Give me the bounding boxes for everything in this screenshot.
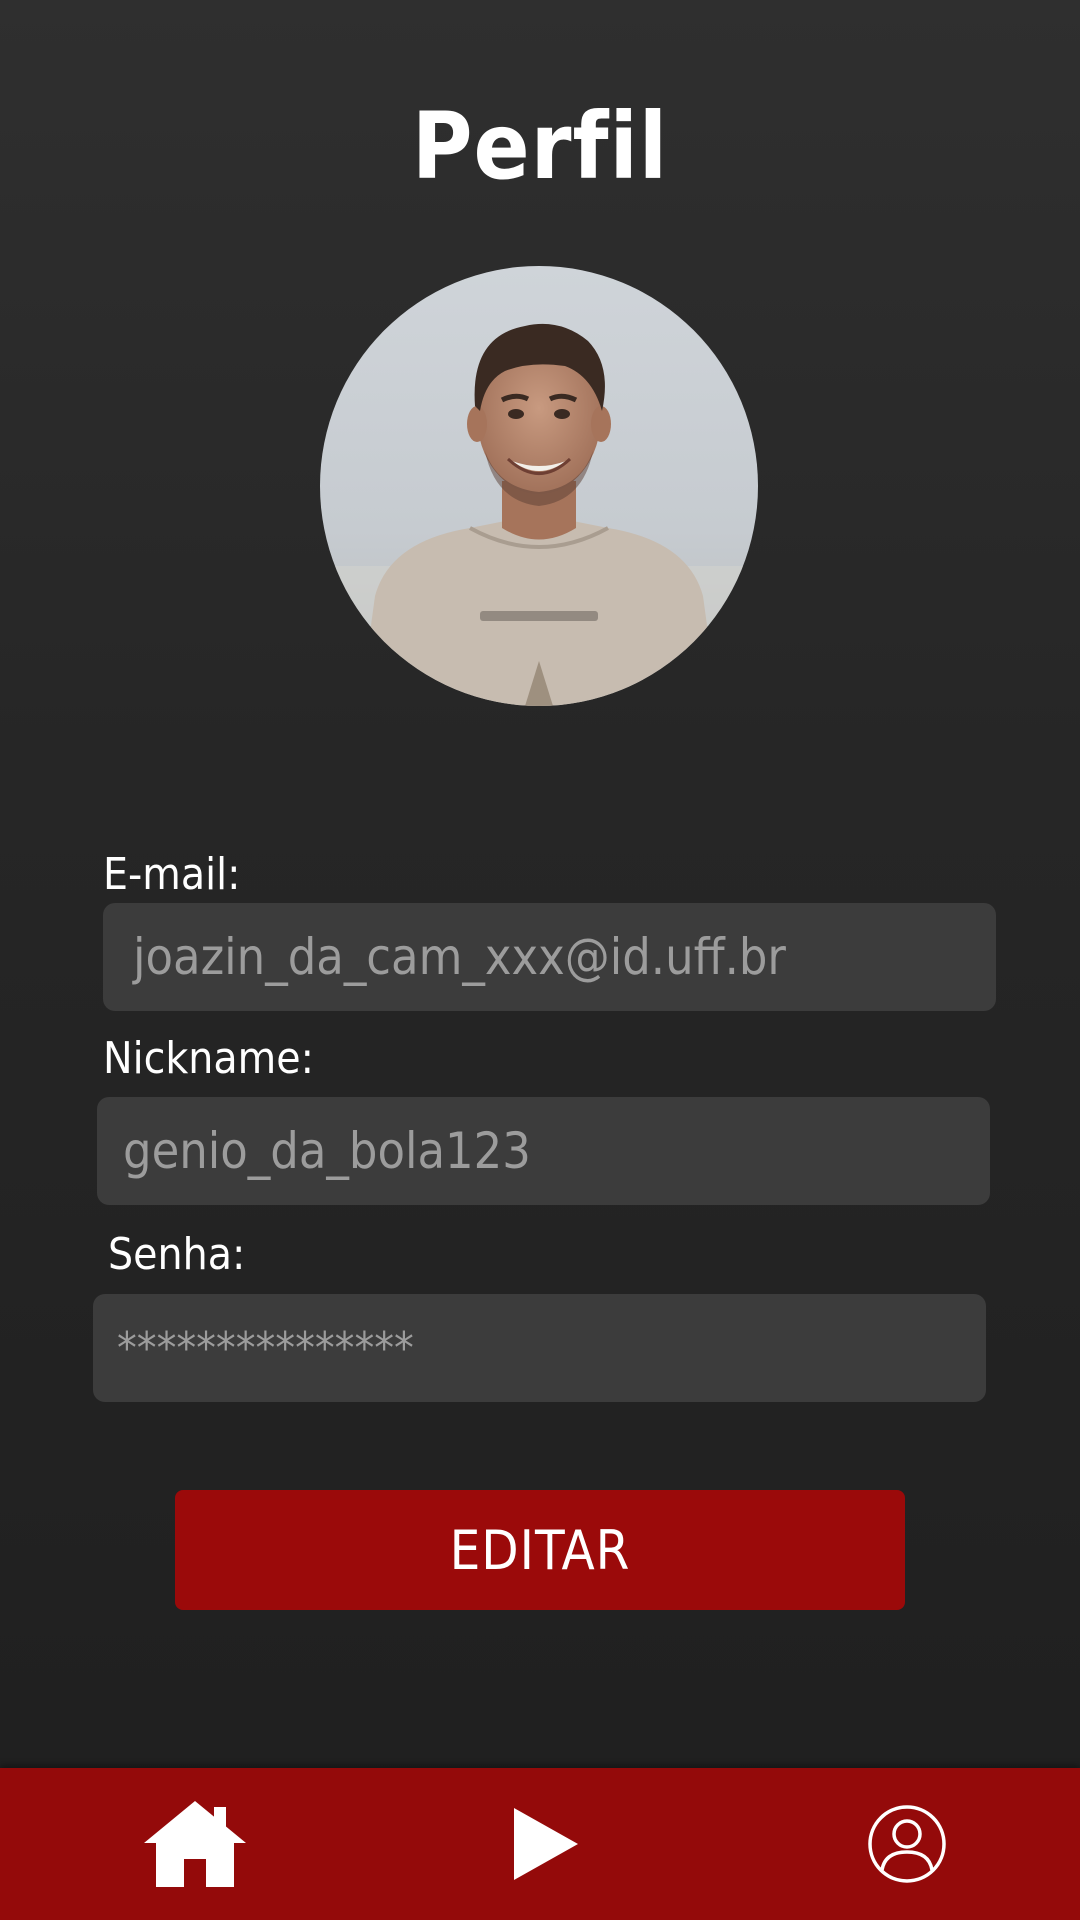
nickname-label: Nickname: (103, 1033, 314, 1084)
avatar[interactable] (320, 266, 758, 706)
nav-home[interactable] (100, 1768, 290, 1920)
password-field[interactable]: *************** (93, 1294, 986, 1402)
password-label: Senha: (108, 1229, 246, 1280)
play-icon (514, 1808, 578, 1880)
home-icon (144, 1801, 246, 1887)
page-title: Perfil (411, 93, 669, 200)
email-label: E-mail: (103, 849, 241, 900)
edit-button[interactable]: EDITAR (175, 1490, 905, 1610)
user-icon (868, 1805, 946, 1883)
nickname-field[interactable]: genio_da_bola123 (97, 1097, 990, 1205)
email-field[interactable]: joazin_da_cam_xxx@id.uff.br (103, 903, 996, 1011)
avatar-photo (320, 266, 758, 706)
bottom-navigation (0, 1768, 1080, 1920)
nav-play[interactable] (450, 1768, 640, 1920)
nav-profile[interactable] (812, 1768, 1002, 1920)
